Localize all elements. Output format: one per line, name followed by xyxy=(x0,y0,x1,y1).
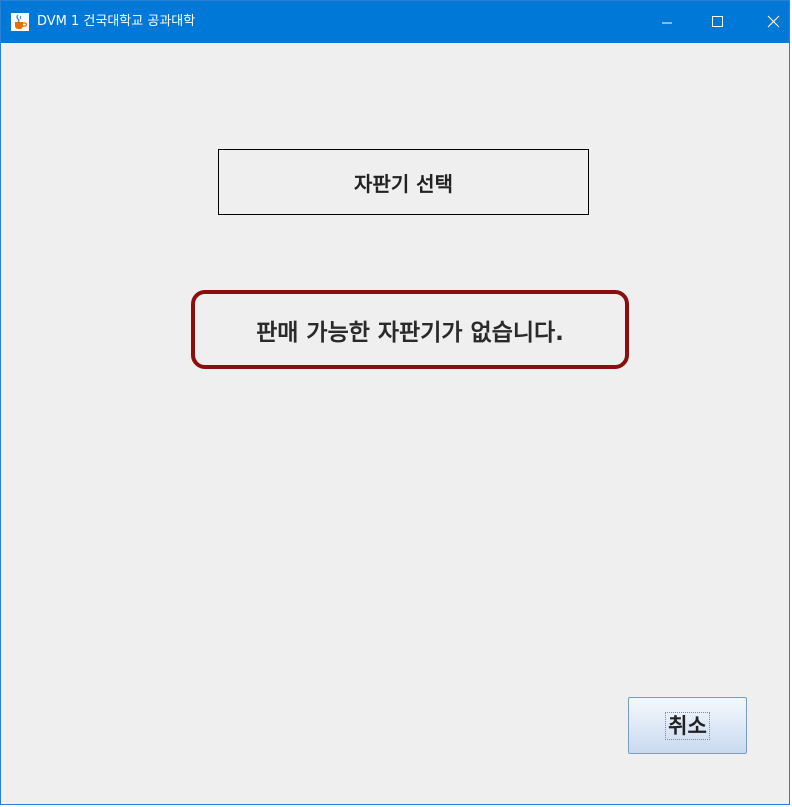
message-box: 판매 가능한 자판기가 없습니다. xyxy=(191,290,629,369)
window-title: DVM 1 건국대학교 공과대학 xyxy=(37,14,196,29)
java-cup-icon xyxy=(11,13,29,31)
no-machine-message: 판매 가능한 자판기가 없습니다. xyxy=(256,319,564,346)
section-title-box: 자판기 선택 xyxy=(218,149,589,215)
cancel-button[interactable]: 취소 xyxy=(628,697,747,754)
title-bar[interactable]: DVM 1 건국대학교 공과대학 xyxy=(1,1,789,43)
app-window: DVM 1 건국대학교 공과대학 자판기 선택 판매 가능한 자판기가 없습니다… xyxy=(0,0,790,805)
minimize-icon xyxy=(662,22,672,24)
close-button[interactable] xyxy=(744,1,789,43)
content-panel: 자판기 선택 판매 가능한 자판기가 없습니다. 취소 xyxy=(1,43,789,804)
section-title: 자판기 선택 xyxy=(354,171,453,196)
maximize-icon xyxy=(712,16,723,27)
minimize-button[interactable] xyxy=(644,1,690,43)
close-icon xyxy=(767,15,780,28)
maximize-button[interactable] xyxy=(694,1,740,43)
cancel-button-label: 취소 xyxy=(665,711,710,740)
